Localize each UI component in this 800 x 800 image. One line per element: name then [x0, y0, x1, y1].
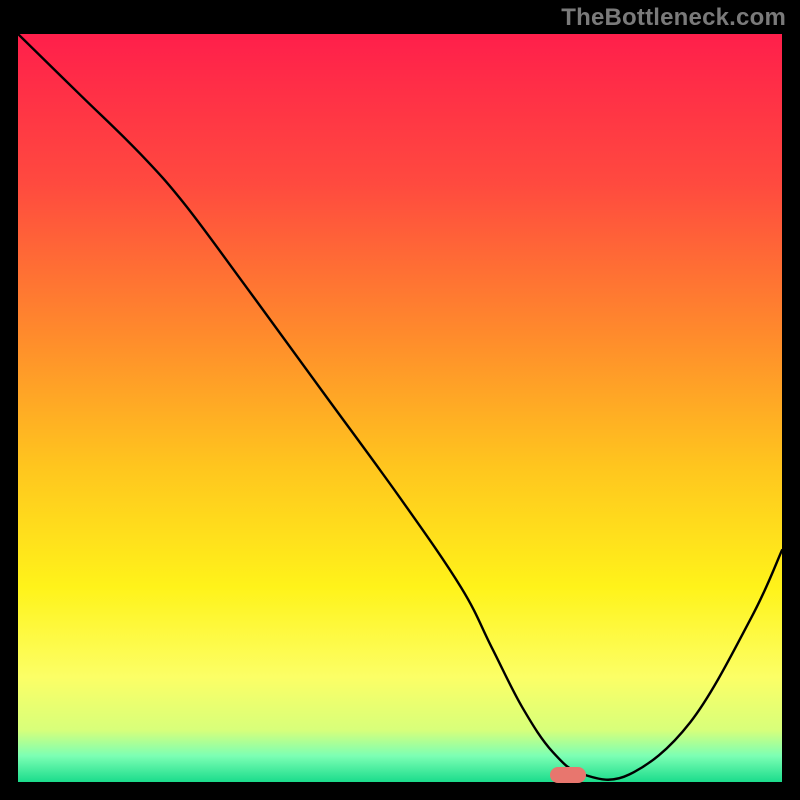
bottleneck-chart [18, 34, 782, 782]
chart-svg [18, 34, 782, 782]
watermark-text: TheBottleneck.com [561, 4, 786, 32]
chart-frame: TheBottleneck.com [0, 0, 800, 800]
optimal-marker [550, 767, 586, 783]
